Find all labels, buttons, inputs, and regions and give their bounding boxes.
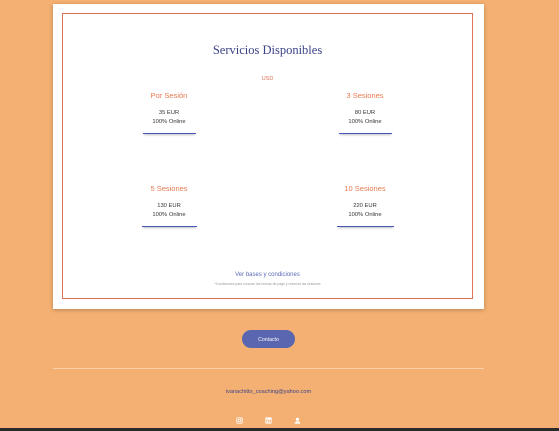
- plan-mode: 100% Online: [348, 212, 382, 218]
- plan-select-button[interactable]: [336, 221, 394, 227]
- plan-mode: 100% Online: [348, 119, 382, 125]
- plan-price: 80 EUR: [354, 110, 376, 116]
- plan-name: 5 Sesiones: [150, 184, 188, 193]
- currency-label[interactable]: USD: [63, 76, 472, 82]
- services-frame: Servicios Disponibles USD Por Sesión 35 …: [62, 13, 473, 299]
- plan-select-button[interactable]: [141, 221, 197, 227]
- plan-por-sesion: Por Sesión 35 EUR 100% Online: [104, 91, 234, 134]
- plan-10-sesiones: 10 Sesiones 220 EUR 100% Online: [300, 184, 430, 227]
- plan-select-button[interactable]: [338, 128, 392, 134]
- linkedin-icon[interactable]: [264, 416, 273, 425]
- plan-price: 35 EUR: [158, 110, 180, 116]
- plan-mode: 100% Online: [152, 119, 186, 125]
- services-title: Servicios Disponibles: [212, 43, 323, 57]
- plan-name: 10 Sesiones: [344, 184, 386, 193]
- profile-icon[interactable]: [293, 416, 302, 425]
- plan-name: Por Sesión: [150, 91, 188, 100]
- plan-5-sesiones: 5 Sesiones 130 EUR 100% Online: [104, 184, 234, 227]
- plan-price: 130 EUR: [157, 203, 181, 209]
- footer-divider: [53, 368, 484, 369]
- plan-select-button[interactable]: [142, 128, 196, 134]
- instagram-icon[interactable]: [235, 416, 244, 425]
- contact-button[interactable]: Contacto: [242, 330, 295, 348]
- plan-price: 220 EUR: [353, 203, 377, 209]
- terms-note: *Condiciones para conocer las formas de …: [214, 282, 321, 286]
- services-card: Servicios Disponibles USD Por Sesión 35 …: [53, 4, 484, 309]
- plan-name: 3 Sesiones: [346, 91, 384, 100]
- plan-3-sesiones: 3 Sesiones 80 EUR 100% Online: [300, 91, 430, 134]
- footer-email[interactable]: ivanachitto_coaching@yahoo.com: [0, 389, 537, 395]
- terms-link[interactable]: Ver bases y condiciones: [63, 272, 472, 278]
- plan-mode: 100% Online: [152, 212, 186, 218]
